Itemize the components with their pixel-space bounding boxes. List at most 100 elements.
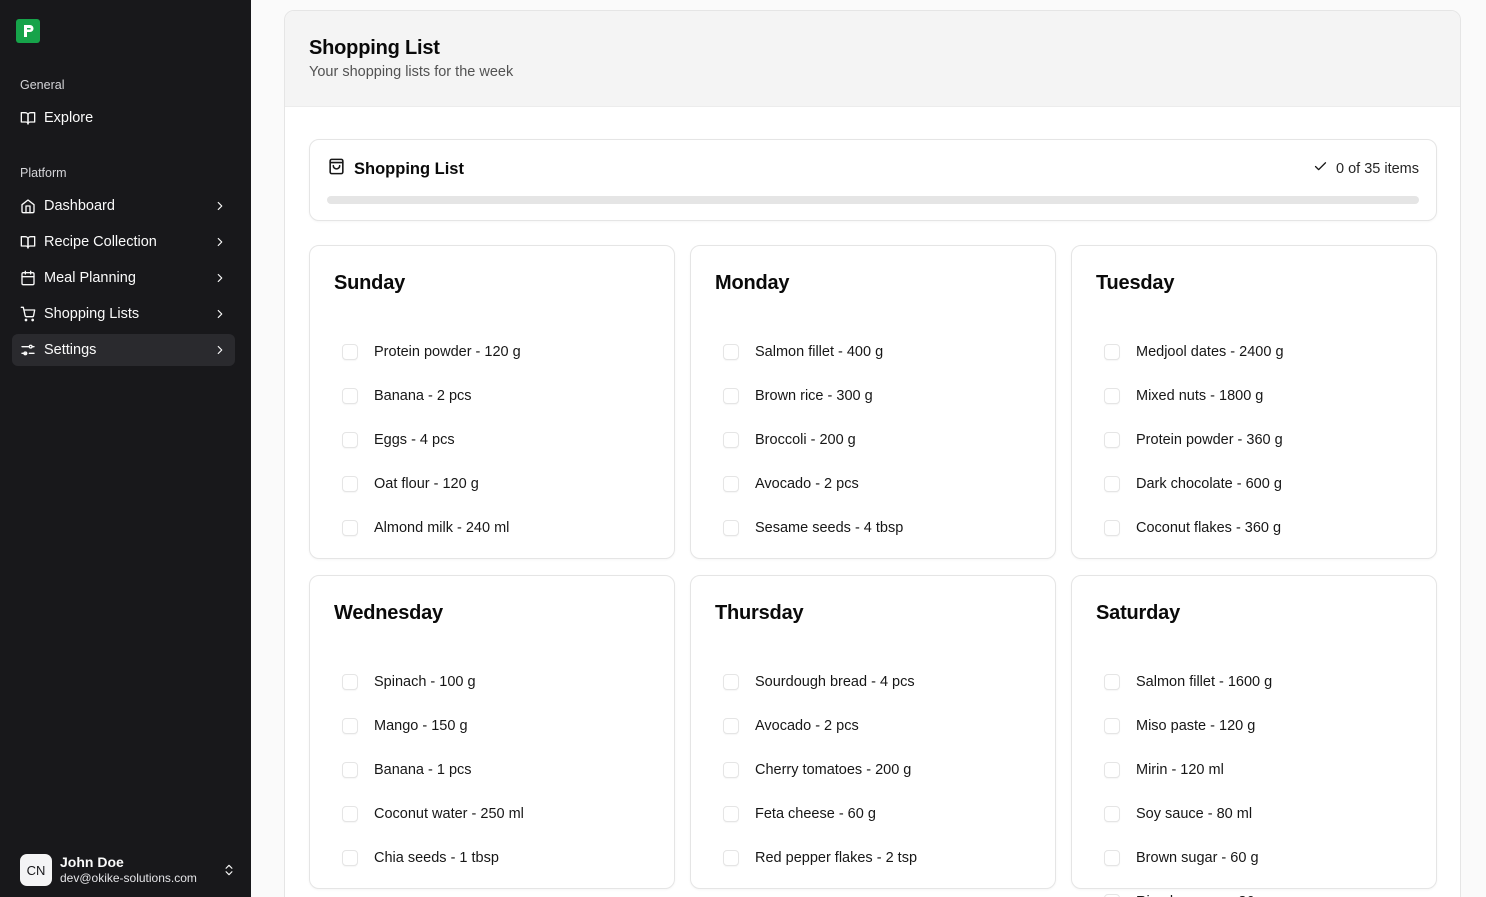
shopping-item[interactable]: Protein powder - 120 g [342,330,658,374]
item-label: Sourdough bread - 4 pcs [755,674,915,690]
check-icon [1313,159,1328,179]
item-label: Broccoli - 200 g [755,432,856,448]
shopping-item[interactable]: Banana - 2 pcs [342,374,658,418]
item-checkbox[interactable] [1104,718,1120,734]
item-label: Soy sauce - 80 ml [1136,806,1253,822]
sidebar-item-label: Dashboard [44,198,115,214]
item-label: Salmon fillet - 1600 g [1136,674,1273,690]
shopping-item[interactable]: Avocado - 2 pcs [723,704,1039,748]
chevron-right-icon [213,343,227,357]
home-icon [20,198,36,214]
day-card-monday: Monday Salmon fillet - 400 g Brown rice - … [690,245,1056,559]
item-label: Miso paste - 120 g [1136,718,1256,734]
shopping-item[interactable]: Sourdough bread - 4 pcs [723,660,1039,704]
item-checkbox[interactable] [342,718,358,734]
item-checkbox[interactable] [723,762,739,778]
item-checkbox[interactable] [1104,388,1120,404]
shopping-item[interactable]: Cherry tomatoes - 200 g [723,748,1039,792]
shopping-item[interactable]: Oat flour - 120 g [342,462,658,506]
shopping-summary-card: Shopping List 0 of 35 items [309,139,1437,221]
shopping-item[interactable]: Sesame seeds - 4 tbsp [723,506,1039,550]
shopping-item[interactable]: Feta cheese - 60 g [723,792,1039,836]
item-checkbox[interactable] [342,850,358,866]
day-title: Sunday [334,272,406,294]
item-label: Chia seeds - 1 tbsp [374,850,499,866]
shopping-item[interactable]: Coconut flakes - 360 g [1104,506,1420,550]
sidebar-item-explore[interactable]: Explore [12,102,235,134]
item-label: Avocado - 2 pcs [755,476,859,492]
shopping-item[interactable]: Protein powder - 360 g [1104,418,1420,462]
item-checkbox[interactable] [342,806,358,822]
item-checkbox[interactable] [723,432,739,448]
user-menu[interactable]: CN John Doe dev@okike-solutions.com [20,854,236,886]
sidebar-item-settings[interactable]: Settings [12,334,235,366]
day-title: Tuesday [1096,272,1175,294]
page-title: Shopping List [309,37,440,59]
item-checkbox[interactable] [1104,674,1120,690]
chevron-right-icon [213,235,227,249]
sidebar-item-recipe-collection[interactable]: Recipe Collection [12,226,235,258]
shopping-item[interactable]: Broccoli - 200 g [723,418,1039,462]
shopping-item[interactable]: Mixed nuts - 1800 g [1104,374,1420,418]
sidebar-item-label: Explore [44,110,94,126]
item-checkbox[interactable] [342,520,358,536]
shopping-item-list: Salmon fillet - 400 g Brown rice - 300 g B… [723,330,1039,550]
shopping-item[interactable]: Dark chocolate - 600 g [1104,462,1420,506]
shopping-item[interactable]: Mirin - 120 ml [1104,748,1420,792]
shopping-item[interactable]: Red pepper flakes - 2 tsp [723,836,1039,880]
item-checkbox[interactable] [723,806,739,822]
item-checkbox[interactable] [1104,762,1120,778]
item-checkbox[interactable] [342,432,358,448]
shopping-item[interactable]: Eggs - 4 pcs [342,418,658,462]
sidebar-item-meal-planning[interactable]: Meal Planning [12,262,235,294]
item-checkbox[interactable] [342,476,358,492]
item-checkbox[interactable] [723,520,739,536]
item-checkbox[interactable] [1104,520,1120,536]
progress-bar [327,196,1419,204]
item-checkbox[interactable] [723,388,739,404]
shopping-item[interactable]: Banana - 1 pcs [342,748,658,792]
logo-icon [24,25,34,37]
item-checkbox[interactable] [1104,850,1120,866]
item-checkbox[interactable] [1104,344,1120,360]
day-title: Saturday [1096,602,1180,624]
item-label: Salmon fillet - 400 g [755,344,884,360]
shopping-item[interactable]: Soy sauce - 80 ml [1104,792,1420,836]
sidebar-item-dashboard[interactable]: Dashboard [12,190,235,222]
app-logo[interactable] [16,19,40,43]
items-count: 0 of 35 items [1335,161,1419,177]
shopping-item[interactable]: Almond milk - 240 ml [342,506,658,550]
shopping-item-list: Salmon fillet - 1600 g Miso paste - 120 g… [1104,660,1420,897]
item-checkbox[interactable] [723,850,739,866]
item-checkbox[interactable] [723,476,739,492]
user-info: John Doe dev@okike-solutions.com [60,854,222,885]
shopping-item[interactable]: Avocado - 2 pcs [723,462,1039,506]
shopping-item[interactable]: Salmon fillet - 1600 g [1104,660,1420,704]
shopping-item[interactable]: Chia seeds - 1 tbsp [342,836,658,880]
shopping-item[interactable]: Miso paste - 120 g [1104,704,1420,748]
item-checkbox[interactable] [342,762,358,778]
item-checkbox[interactable] [723,674,739,690]
item-label: Protein powder - 360 g [1136,432,1283,448]
item-checkbox[interactable] [342,674,358,690]
shopping-item[interactable]: Spinach - 100 g [342,660,658,704]
shopping-item[interactable]: Coconut water - 250 ml [342,792,658,836]
day-title: Monday [715,272,790,294]
shopping-item[interactable]: Medjool dates - 2400 g [1104,330,1420,374]
sidebar-item-shopping-lists[interactable]: Shopping Lists [12,298,235,330]
item-checkbox[interactable] [1104,432,1120,448]
shopping-item[interactable]: Ripe bananas - 36 pcs [1104,880,1420,897]
item-checkbox[interactable] [723,344,739,360]
shopping-item[interactable]: Salmon fillet - 400 g [723,330,1039,374]
item-checkbox[interactable] [342,388,358,404]
day-card-wednesday: Wednesday Spinach - 100 g Mango - 150 g Ban… [309,575,675,889]
item-checkbox[interactable] [1104,476,1120,492]
item-checkbox[interactable] [342,344,358,360]
shopping-item[interactable]: Brown sugar - 60 g [1104,836,1420,880]
shopping-item[interactable]: Mango - 150 g [342,704,658,748]
day-card-tuesday: Tuesday Medjool dates - 2400 g Mixed nuts … [1071,245,1437,559]
item-checkbox[interactable] [1104,806,1120,822]
item-checkbox[interactable] [723,718,739,734]
item-label: Coconut flakes - 360 g [1136,520,1282,536]
shopping-item[interactable]: Brown rice - 300 g [723,374,1039,418]
